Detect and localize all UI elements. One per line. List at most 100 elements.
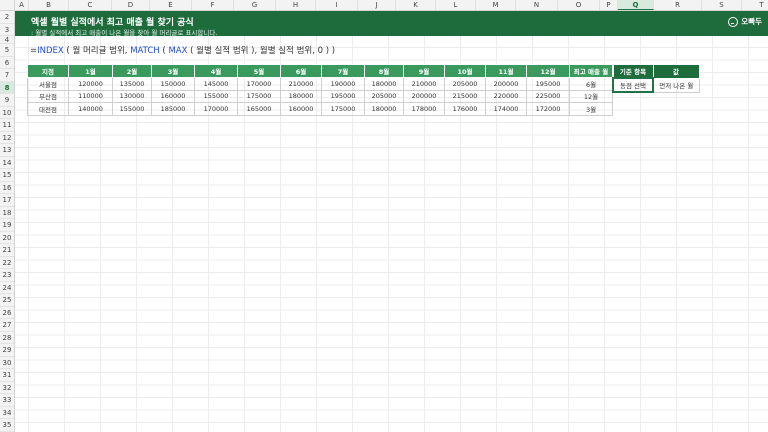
column-header-T[interactable]: T [742,0,768,10]
column-header-O[interactable]: O [558,0,600,10]
row-header-33[interactable]: 33 [0,394,14,407]
row-header-8[interactable]: 8 [0,81,14,94]
table-cell[interactable]: 170000 [194,102,238,116]
table-cell[interactable]: 165000 [237,102,281,116]
row-header-20[interactable]: 20 [0,232,14,244]
row-header-34[interactable]: 34 [0,407,14,419]
row-header-5[interactable]: 5 [0,44,14,57]
row-header-13[interactable]: 13 [0,144,14,157]
row-header-25[interactable]: 25 [0,294,14,307]
formula-text[interactable]: =INDEX ( 월 머리글 범위, MATCH ( MAX ( 월별 실적 범… [30,44,335,56]
table-cell[interactable]: 195000 [526,77,570,91]
table-cell[interactable]: 180000 [280,89,322,103]
row-header-24[interactable]: 24 [0,282,14,294]
table-cell[interactable]: 176000 [444,102,486,116]
table-cell[interactable]: 160000 [151,89,195,103]
table-cell[interactable]: 205000 [364,89,404,103]
column-header-H[interactable]: H [276,0,316,10]
row-header-30[interactable]: 30 [0,357,14,369]
column-header-I[interactable]: I [316,0,358,10]
table-cell[interactable]: 145000 [194,77,238,91]
table-cell[interactable]: 130000 [112,89,152,103]
row-header-16[interactable]: 16 [0,182,14,194]
table-cell[interactable]: 120000 [68,77,113,91]
column-header-N[interactable]: N [516,0,558,10]
table-cell[interactable]: 대전점 [27,102,69,116]
table-cell[interactable]: 155000 [194,89,238,103]
criteria-cell-value[interactable]: 먼저 나온 월 [652,77,700,93]
row-header-32[interactable]: 32 [0,382,14,394]
row-header-23[interactable]: 23 [0,269,14,282]
row-header-35[interactable]: 35 [0,419,14,432]
column-header-C[interactable]: C [69,0,112,10]
row-header-19[interactable]: 19 [0,219,14,232]
column-header-D[interactable]: D [112,0,150,10]
table-cell[interactable]: 215000 [444,89,486,103]
table-cell[interactable]: 185000 [151,102,195,116]
row-header-15[interactable]: 15 [0,169,14,182]
table-cell[interactable]: 140000 [68,102,113,116]
table-cell[interactable]: 180000 [364,102,404,116]
row-header-31[interactable]: 31 [0,369,14,382]
row-header-22[interactable]: 22 [0,257,14,269]
table-cell[interactable]: 200000 [403,89,445,103]
table-cell[interactable]: 200000 [485,77,527,91]
column-header-B[interactable]: B [29,0,69,10]
row-header-12[interactable]: 12 [0,132,14,144]
table-cell[interactable]: 174000 [485,102,527,116]
column-header-K[interactable]: K [396,0,436,10]
table-cell[interactable]: 175000 [321,102,365,116]
row-header-26[interactable]: 26 [0,307,14,319]
column-header-F[interactable]: F [192,0,234,10]
column-header-G[interactable]: G [234,0,276,10]
row-header-14[interactable]: 14 [0,157,14,169]
column-header-E[interactable]: E [150,0,192,10]
column-header-L[interactable]: L [436,0,476,10]
table-cell[interactable]: 210000 [280,77,322,91]
row-header-28[interactable]: 28 [0,332,14,344]
table-cell[interactable]: 195000 [321,89,365,103]
row-header-18[interactable]: 18 [0,207,14,219]
select-all-corner[interactable] [0,0,15,10]
column-header-M[interactable]: M [476,0,516,10]
table-cell[interactable]: 3월 [569,102,613,116]
table-cell[interactable]: 172000 [526,102,570,116]
row-header-10[interactable]: 10 [0,107,14,119]
table-cell[interactable]: 180000 [364,77,404,91]
column-header-A[interactable]: A [15,0,29,10]
table-cell[interactable]: 150000 [151,77,195,91]
row-header-4[interactable]: 4 [0,36,14,44]
row-header-27[interactable]: 27 [0,319,14,332]
table-cell[interactable]: 12월 [569,89,613,103]
table-cell[interactable]: 6월 [569,77,613,91]
table-cell[interactable]: 225000 [526,89,570,103]
row-header-2[interactable]: 2 [0,11,14,24]
column-header-Q[interactable]: Q [618,0,654,10]
row-header-17[interactable]: 17 [0,194,14,207]
table-cell[interactable]: 서울점 [27,77,69,91]
table-cell[interactable]: 205000 [444,77,486,91]
table-cell[interactable]: 175000 [237,89,281,103]
table-cell[interactable]: 220000 [485,89,527,103]
row-header-11[interactable]: 11 [0,119,14,132]
table-cell[interactable]: 110000 [68,89,113,103]
row-header-3[interactable]: 3 [0,24,14,36]
table-cell[interactable]: 155000 [112,102,152,116]
table-cell[interactable]: 160000 [280,102,322,116]
table-cell[interactable]: 210000 [403,77,445,91]
row-header-6[interactable]: 6 [0,57,14,69]
row-header-21[interactable]: 21 [0,244,14,257]
table-cell[interactable]: 135000 [112,77,152,91]
criteria-cell-item[interactable]: 동점 선택 [612,77,654,93]
table-cell[interactable]: 190000 [321,77,365,91]
column-header-J[interactable]: J [358,0,396,10]
row-header-7[interactable]: 7 [0,69,14,82]
column-header-P[interactable]: P [600,0,618,10]
column-header-R[interactable]: R [654,0,702,10]
table-cell[interactable]: 170000 [237,77,281,91]
table-cell[interactable]: 178000 [403,102,445,116]
row-header-29[interactable]: 29 [0,344,14,357]
table-cell[interactable]: 부산점 [27,89,69,103]
column-header-S[interactable]: S [702,0,742,10]
row-header-9[interactable]: 9 [0,94,14,107]
